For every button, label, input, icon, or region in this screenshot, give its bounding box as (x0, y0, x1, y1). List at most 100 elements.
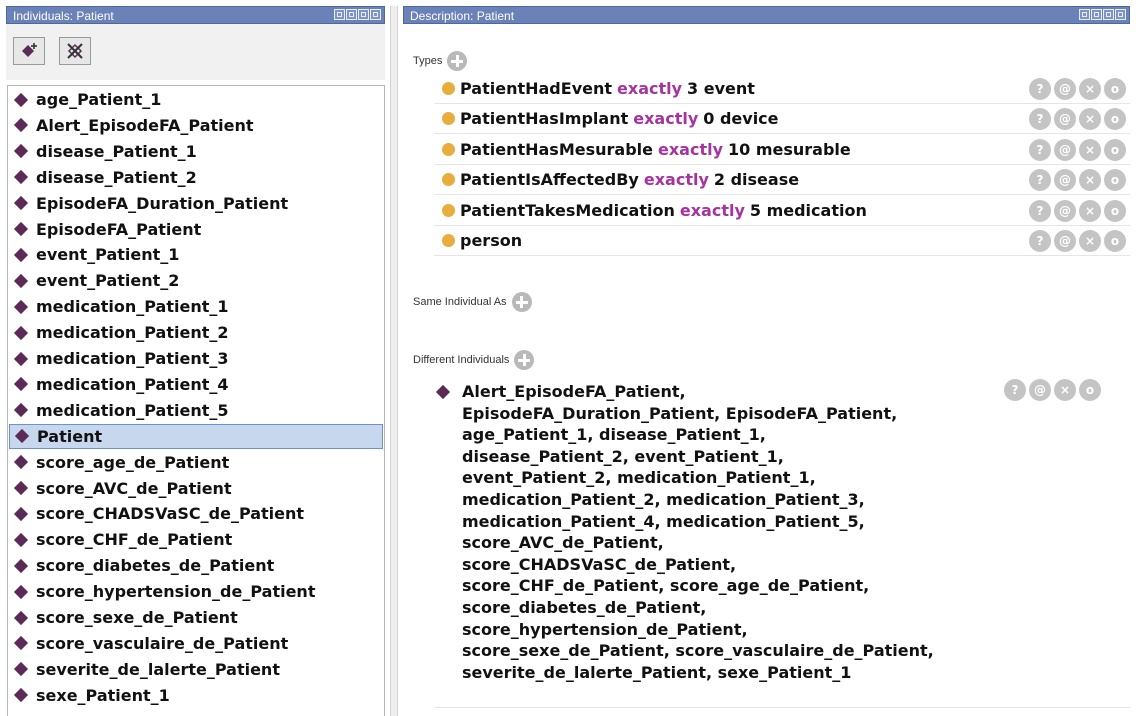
type-row[interactable]: person? @ × o (434, 226, 1130, 256)
delete-individual-button[interactable] (59, 37, 91, 65)
maximize-view-icon[interactable] (358, 9, 369, 20)
list-item[interactable]: medication_Patient_3 (9, 346, 383, 371)
list-item[interactable]: disease_Patient_2 (9, 165, 383, 190)
individual-label: event_Patient_2 (36, 271, 180, 291)
delete-icon[interactable]: × (1079, 78, 1101, 100)
individual-icon (14, 429, 30, 444)
list-item[interactable]: EpisodeFA_Patient (9, 217, 383, 242)
annotate-icon[interactable]: @ (1054, 199, 1076, 222)
annotate-icon[interactable]: @ (1054, 138, 1076, 161)
list-item[interactable]: score_age_de_Patient (9, 450, 383, 475)
annotate-icon[interactable]: @ (1054, 78, 1076, 100)
delete-icon[interactable]: × (1079, 230, 1101, 252)
class-icon (442, 203, 455, 217)
individual-label: score_vasculaire_de_Patient (36, 633, 289, 653)
individual-label: medication_Patient_3 (36, 349, 229, 368)
explain-icon[interactable]: ? (1029, 138, 1051, 161)
annotate-icon[interactable]: @ (1054, 169, 1076, 192)
individual-label: event_Patient_1 (36, 245, 180, 265)
edit-icon[interactable]: o (1104, 78, 1126, 100)
edit-icon[interactable]: o (1104, 199, 1126, 222)
explain-icon[interactable]: ? (1004, 379, 1026, 401)
split-pane-divider[interactable] (390, 6, 398, 716)
annotate-icon[interactable]: @ (1029, 379, 1051, 401)
explain-icon[interactable]: ? (1029, 199, 1051, 222)
type-filler: 0 device (703, 109, 779, 129)
delete-icon[interactable]: × (1079, 199, 1101, 222)
add-type-icon[interactable] (447, 51, 468, 71)
list-item[interactable]: event_Patient_1 (9, 242, 383, 267)
annotate-icon[interactable]: @ (1054, 230, 1076, 252)
list-item[interactable]: severite_de_lalerte_Patient (9, 657, 383, 682)
edit-icon[interactable]: o (1104, 108, 1126, 131)
add-individual-button[interactable] (13, 37, 45, 65)
type-row[interactable]: PatientHadEvent exactly 3 event? @ × o (434, 74, 1130, 104)
individuals-list[interactable]: age_Patient_1 Alert_EpisodeFA_Patient dise… (7, 85, 385, 716)
split-view-icon[interactable] (1091, 9, 1102, 20)
list-item[interactable]: sexe_Patient_1 (9, 683, 383, 708)
individual-label: medication_Patient_2 (36, 323, 229, 343)
explain-icon[interactable]: ? (1029, 169, 1051, 192)
list-item[interactable]: age_Patient_1 (9, 87, 383, 112)
edit-icon[interactable]: o (1079, 379, 1101, 401)
list-item[interactable]: medication_Patient_4 (9, 372, 383, 397)
list-item[interactable]: medication_Patient_1 (9, 294, 383, 319)
delete-icon[interactable]: × (1079, 169, 1101, 192)
list-item[interactable]: medication_Patient_5 (9, 398, 383, 423)
close-view-icon[interactable] (370, 9, 381, 20)
list-item[interactable]: Patient (9, 423, 383, 449)
list-item[interactable]: Alert_EpisodeFA_Patient (9, 113, 383, 138)
explain-icon[interactable]: ? (1029, 230, 1051, 252)
individual-icon (13, 299, 29, 314)
individual-icon (13, 506, 29, 521)
type-property: PatientHasMesurable (460, 139, 653, 159)
type-row[interactable]: PatientHasMesurable exactly 10 mesurable? @… (434, 135, 1130, 165)
delete-icon[interactable]: × (1054, 379, 1076, 401)
explain-icon[interactable]: ? (1029, 78, 1051, 100)
individual-icon (13, 118, 29, 133)
list-item[interactable]: score_CHADSVaSC_de_Patient (9, 501, 383, 526)
individual-icon (13, 532, 29, 547)
different-individuals-label: Different Individuals (413, 354, 510, 366)
individual-label: Patient (37, 426, 103, 446)
delete-icon[interactable]: × (1079, 108, 1101, 131)
type-row[interactable]: PatientIsAffectedBy exactly 2 disease? @ × o (434, 165, 1130, 196)
list-item[interactable]: score_CHF_de_Patient (9, 527, 383, 552)
list-item[interactable]: score_vasculaire_de_Patient (9, 631, 383, 656)
class-icon (442, 112, 455, 126)
class-icon (442, 142, 455, 156)
row-actions: ? @ × o (1029, 199, 1126, 222)
list-item[interactable]: EpisodeFA_Duration_Patient (9, 191, 383, 216)
individual-label: score_sexe_de_Patient (36, 608, 238, 627)
edit-icon[interactable]: o (1104, 169, 1126, 192)
split-view-icon[interactable] (346, 9, 357, 20)
type-row[interactable]: PatientTakesMedication exactly 5 medicatio… (434, 196, 1130, 226)
float-view-icon[interactable] (334, 9, 345, 20)
edit-icon[interactable]: o (1104, 138, 1126, 161)
add-different-individual-icon[interactable] (514, 350, 535, 370)
different-individuals-text: Alert_EpisodeFA_Patient, EpisodeFA_Durat… (462, 382, 934, 682)
type-keyword: exactly (679, 200, 745, 220)
individual-label: score_AVC_de_Patient (36, 478, 232, 498)
individuals-panel-title: Individuals: Patient (13, 9, 114, 23)
list-item[interactable]: score_AVC_de_Patient (9, 476, 383, 501)
type-row[interactable]: PatientHasImplant exactly 0 device? @ × o (434, 104, 1130, 135)
individual-label: score_CHADSVaSC_de_Patient (36, 504, 305, 524)
different-individuals-row[interactable]: Alert_EpisodeFA_Patient, EpisodeFA_Durat… (435, 381, 1130, 683)
float-view-icon[interactable] (1079, 9, 1090, 20)
list-item[interactable]: medication_Patient_2 (9, 320, 383, 345)
add-same-individual-icon[interactable] (511, 292, 532, 312)
close-view-icon[interactable] (1115, 9, 1126, 20)
type-keyword: exactly (633, 109, 699, 129)
individual-icon (13, 584, 29, 599)
list-item[interactable]: score_hypertension_de_Patient (9, 579, 383, 604)
annotate-icon[interactable]: @ (1054, 108, 1076, 131)
list-item[interactable]: score_diabetes_de_Patient (9, 553, 383, 578)
list-item[interactable]: event_Patient_2 (9, 268, 383, 293)
explain-icon[interactable]: ? (1029, 108, 1051, 131)
edit-icon[interactable]: o (1104, 230, 1126, 252)
maximize-view-icon[interactable] (1103, 9, 1114, 20)
delete-icon[interactable]: × (1079, 138, 1101, 161)
list-item[interactable]: disease_Patient_1 (9, 139, 383, 164)
list-item[interactable]: score_sexe_de_Patient (9, 605, 383, 630)
